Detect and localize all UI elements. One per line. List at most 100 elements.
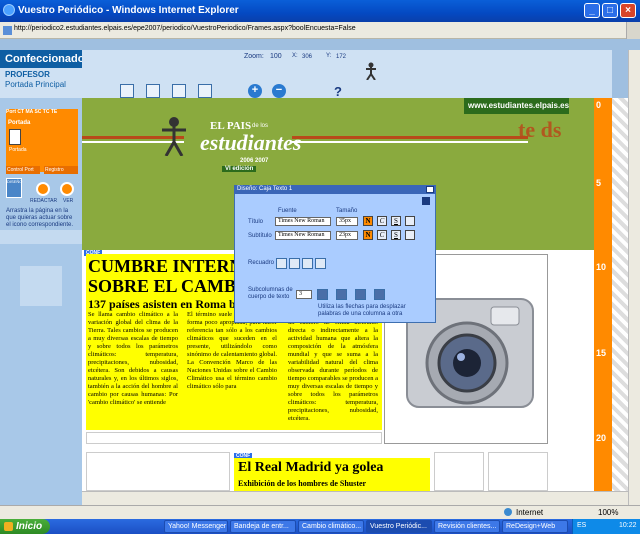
sidebar-block xyxy=(20,266,62,306)
subtitulo-font-select[interactable]: Times New Roman xyxy=(275,231,331,240)
section-label: Portada xyxy=(8,120,31,126)
subtitulo-label: Subtítulo xyxy=(248,233,272,239)
ruler-mark-20: 20 xyxy=(596,433,607,443)
titulo-underline-toggle[interactable]: S xyxy=(391,216,401,226)
grid-tool-icon[interactable] xyxy=(120,84,134,98)
titulo-label: Título xyxy=(248,219,264,225)
subtitulo-cursive-toggle[interactable]: C xyxy=(377,230,387,240)
task-redesign[interactable]: ReDesign+Web xyxy=(502,520,568,533)
banner-years: 2006 2007 xyxy=(240,158,269,164)
article1-col3[interactable]: Por 'cambio climático' se entiende un ca… xyxy=(288,311,378,423)
zoom-label: Zoom: xyxy=(244,53,264,60)
zoom-in-icon[interactable]: + xyxy=(248,84,262,98)
task-vuestro[interactable]: Vuestro Periódic... xyxy=(366,520,432,533)
column-arrow-right-2-icon[interactable] xyxy=(374,289,385,300)
subtitulo-color-icon[interactable] xyxy=(405,230,415,240)
status-zoom[interactable]: 100% xyxy=(598,508,618,517)
column-arrow-left-2-icon[interactable] xyxy=(355,289,366,300)
tab-port[interactable]: Port xyxy=(6,109,16,115)
user-panel: PROFESOR Portada Principal xyxy=(0,68,82,98)
address-bar[interactable]: http://periodico2.estudiantes.elpais.es/… xyxy=(0,22,640,39)
ruler-mark-15: 15 xyxy=(596,348,607,358)
border-option-4[interactable] xyxy=(315,258,326,269)
ver-icon[interactable] xyxy=(60,182,74,196)
sidebar-hint: Arrastra la página en la que quieras act… xyxy=(6,208,74,228)
zoom-value: 100 xyxy=(270,53,282,60)
zoom-out-icon[interactable]: − xyxy=(272,84,286,98)
titulo-size-select[interactable]: 35px xyxy=(336,217,358,226)
horizontal-scrollbar[interactable] xyxy=(82,491,628,505)
empty-box-1[interactable] xyxy=(86,452,230,491)
maximize-button[interactable]: □ xyxy=(602,3,618,18)
close-button[interactable]: × xyxy=(620,3,636,18)
tab-sc[interactable]: SC xyxy=(34,109,41,115)
window-titlebar: Vuestro Periódico - Windows Internet Exp… xyxy=(0,0,640,22)
empty-box-3[interactable] xyxy=(488,452,548,491)
ver-label: VER xyxy=(63,198,74,204)
subtitulo-underline-toggle[interactable]: S xyxy=(391,230,401,240)
titulo-font-select[interactable]: Times New Roman xyxy=(275,217,331,226)
control-port-button[interactable]: Control Port xyxy=(6,166,40,174)
column-arrow-right-icon[interactable] xyxy=(336,289,347,300)
empty-box-2[interactable] xyxy=(434,452,484,491)
minimize-button[interactable]: _ xyxy=(584,3,600,18)
registro-button[interactable]: Registro xyxy=(44,166,78,174)
system-tray: ES 10:22 xyxy=(572,519,640,534)
article2-headline[interactable]: El Real Madrid ya golea xyxy=(238,460,383,476)
border-option-1[interactable] xyxy=(276,258,287,269)
address-url[interactable]: http://periodico2.estudiantes.elpais.es/… xyxy=(14,25,356,32)
article2-subhead[interactable]: Exhibición de los hombres de Shuster xyxy=(238,479,366,488)
ruler-mark-0: 0 xyxy=(596,100,602,110)
ie-icon xyxy=(3,4,15,16)
border-option-3[interactable] xyxy=(302,258,313,269)
task-cambio[interactable]: Cambio climático... xyxy=(298,520,364,533)
site-url-banner: www.estudiantes.elpais.es xyxy=(464,98,569,114)
article1-subhead[interactable]: 137 países asisten en Roma bajo xyxy=(88,297,252,312)
ruler-mark-5: 5 xyxy=(596,178,602,188)
tab-te[interactable]: TE xyxy=(51,109,57,115)
mascot-icon xyxy=(366,62,376,81)
titulo-cursive-toggle[interactable]: C xyxy=(377,216,387,226)
border-option-2[interactable] xyxy=(289,258,300,269)
task-revision[interactable]: Revisión clientes... xyxy=(434,520,500,533)
text-tool-icon[interactable] xyxy=(172,84,186,98)
status-bar: Internet 100% xyxy=(0,505,640,519)
language-indicator[interactable]: ES xyxy=(577,522,586,529)
design-dialog xyxy=(234,185,436,323)
home-link[interactable]: Portada Principal xyxy=(5,80,66,89)
diseno-button[interactable]: DISEÑO xyxy=(6,178,22,198)
article1-col2[interactable]: El término suele ser utilizado de forma … xyxy=(187,311,277,391)
app-name: Confeccionador xyxy=(0,50,89,68)
select-tool-icon[interactable] xyxy=(146,84,160,98)
subcolumnas-select[interactable]: 3 xyxy=(296,290,312,299)
tab-ct[interactable]: CT xyxy=(17,109,24,115)
titulo-bold-toggle[interactable]: N xyxy=(363,216,373,226)
x-value: 306 xyxy=(302,54,313,60)
article1-col1[interactable]: Se llama cambio climático a la variación… xyxy=(88,311,178,407)
task-yahoo[interactable]: Yahoo! Messenger xyxy=(164,520,228,533)
help-icon[interactable]: ? xyxy=(334,84,342,99)
titulo-color-icon[interactable] xyxy=(405,216,415,226)
tab-ma[interactable]: MA xyxy=(25,109,33,115)
top-toolbar: Zoom: 100 X: 306 Y: 172 xyxy=(82,50,612,98)
tab-tc[interactable]: TC xyxy=(43,109,50,115)
portada-thumbnail[interactable] xyxy=(9,129,21,145)
x-label: X: xyxy=(292,53,298,59)
page-icon xyxy=(3,26,12,35)
banner-mascot-icon xyxy=(162,116,186,157)
dialog-close-button[interactable] xyxy=(426,186,434,193)
redactar-icon[interactable] xyxy=(36,182,50,196)
dialog-save-icon[interactable] xyxy=(422,197,430,205)
address-dropdown-button[interactable] xyxy=(626,22,640,39)
vertical-scrollbar[interactable] xyxy=(628,50,640,505)
banner-stripe-right-2 xyxy=(292,141,528,143)
page-tool-icon[interactable] xyxy=(198,84,212,98)
column-arrow-left-icon[interactable] xyxy=(317,289,328,300)
subtitulo-bold-toggle[interactable]: N xyxy=(363,230,373,240)
dialog-title: Diseño: Caja Texto 1 xyxy=(234,185,436,194)
task-bandeja[interactable]: Bandeja de entr... xyxy=(230,520,296,533)
clock: 10:22 xyxy=(619,522,637,529)
subtitulo-size-select[interactable]: 23px xyxy=(336,231,358,240)
diseno-label: DISEÑO xyxy=(7,179,23,184)
thumb-label: Portada xyxy=(9,147,27,153)
